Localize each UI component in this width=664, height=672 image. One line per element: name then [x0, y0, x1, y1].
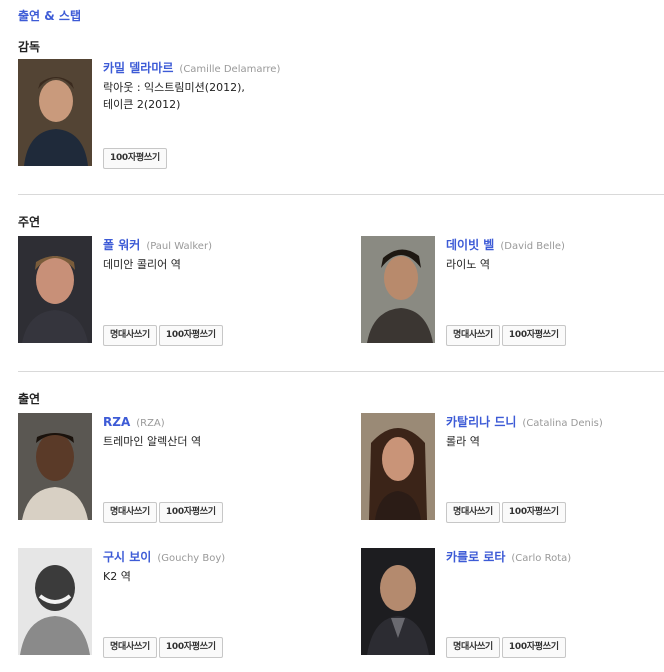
quote-button[interactable]: 명대사쓰기	[103, 637, 157, 658]
person-name-link[interactable]: 데이빗 벨	[446, 238, 494, 252]
divider	[18, 194, 664, 195]
person-info: 폴 워커 (Paul Walker) 데미안 콜리어 역	[103, 236, 318, 273]
person-name-link[interactable]: 카탈리나 드니	[446, 415, 516, 429]
review-button[interactable]: 100자평쓰기	[501, 502, 566, 523]
person-english-name: (David Belle)	[500, 241, 565, 252]
review-button[interactable]: 100자평쓰기	[501, 325, 566, 346]
review-button[interactable]: 100자평쓰기	[158, 502, 223, 523]
person-role: K2 역	[103, 570, 131, 583]
person-card: 데이빗 벨 (David Belle) 라이노 역 명대사쓰기 100자평쓰기	[361, 236, 661, 346]
person-filmography: 테이큰 2(2012)	[103, 98, 181, 111]
person-name-link[interactable]: 카밀 델라마르	[103, 61, 173, 75]
review-button[interactable]: 100자평쓰기	[501, 637, 566, 658]
person-role: 데미안 콜리어 역	[103, 258, 181, 271]
person-photo[interactable]	[361, 548, 435, 655]
person-role: 라이노 역	[446, 258, 490, 271]
portrait-image	[18, 236, 92, 343]
divider	[18, 371, 664, 372]
review-button[interactable]: 100자평쓰기	[158, 637, 223, 658]
group-label-director: 감독	[18, 40, 41, 54]
person-card: 폴 워커 (Paul Walker) 데미안 콜리어 역 명대사쓰기 100자평쓰기	[18, 236, 318, 346]
person-english-name: (Carlo Rota)	[511, 553, 572, 564]
person-english-name: (Gouchy Boy)	[157, 553, 226, 564]
person-filmography: 락아웃 : 익스트림미션(2012),	[103, 81, 245, 94]
quote-button[interactable]: 명대사쓰기	[103, 502, 157, 523]
person-photo[interactable]	[18, 548, 92, 655]
person-card: RZA (RZA) 트레마인 알렉산더 역 명대사쓰기 100자평쓰기	[18, 413, 318, 523]
person-photo[interactable]	[361, 413, 435, 520]
person-name-link[interactable]: RZA	[103, 415, 130, 429]
portrait-image	[18, 413, 92, 520]
group-label-cast: 출연	[18, 392, 41, 406]
person-name-link[interactable]: 카를로 로타	[446, 550, 505, 564]
person-info: 데이빗 벨 (David Belle) 라이노 역	[446, 236, 661, 273]
person-role: 트레마인 알렉산더 역	[103, 435, 202, 448]
review-button[interactable]: 100자평쓰기	[103, 148, 167, 169]
portrait-image	[361, 548, 435, 655]
person-info: 카밀 델라마르 (Camille Delamarre) 락아웃 : 익스트림미션(…	[103, 59, 318, 113]
portrait-image	[18, 59, 92, 166]
person-english-name: (Camille Delamarre)	[179, 64, 281, 75]
review-button[interactable]: 100자평쓰기	[158, 325, 223, 346]
person-info: 카탈리나 드니 (Catalina Denis) 롤라 역	[446, 413, 661, 450]
person-info: 카를로 로타 (Carlo Rota)	[446, 548, 661, 567]
person-info: RZA (RZA) 트레마인 알렉산더 역	[103, 413, 318, 450]
quote-button[interactable]: 명대사쓰기	[446, 637, 500, 658]
person-english-name: (Catalina Denis)	[522, 418, 603, 429]
person-name-link[interactable]: 폴 워커	[103, 238, 140, 252]
person-photo[interactable]	[361, 236, 435, 343]
quote-button[interactable]: 명대사쓰기	[103, 325, 157, 346]
person-card: 구시 보이 (Gouchy Boy) K2 역 명대사쓰기 100자평쓰기	[18, 548, 318, 658]
person-photo[interactable]	[18, 59, 92, 166]
portrait-image	[361, 236, 435, 343]
person-english-name: (RZA)	[136, 418, 165, 429]
quote-button[interactable]: 명대사쓰기	[446, 325, 500, 346]
person-card: 카를로 로타 (Carlo Rota) 명대사쓰기 100자평쓰기	[361, 548, 661, 658]
person-english-name: (Paul Walker)	[146, 241, 212, 252]
section-title: 출연 & 스탭	[18, 9, 81, 23]
person-photo[interactable]	[18, 413, 92, 520]
person-card: 카탈리나 드니 (Catalina Denis) 롤라 역 명대사쓰기 100자평쓰…	[361, 413, 661, 523]
person-role: 롤라 역	[446, 435, 480, 448]
person-photo[interactable]	[18, 236, 92, 343]
portrait-image	[361, 413, 435, 520]
person-name-link[interactable]: 구시 보이	[103, 550, 151, 564]
portrait-image	[18, 548, 92, 655]
person-info: 구시 보이 (Gouchy Boy) K2 역	[103, 548, 318, 585]
group-label-lead: 주연	[18, 215, 41, 229]
quote-button[interactable]: 명대사쓰기	[446, 502, 500, 523]
person-card-director: 카밀 델라마르 (Camille Delamarre) 락아웃 : 익스트림미션(…	[18, 59, 318, 169]
